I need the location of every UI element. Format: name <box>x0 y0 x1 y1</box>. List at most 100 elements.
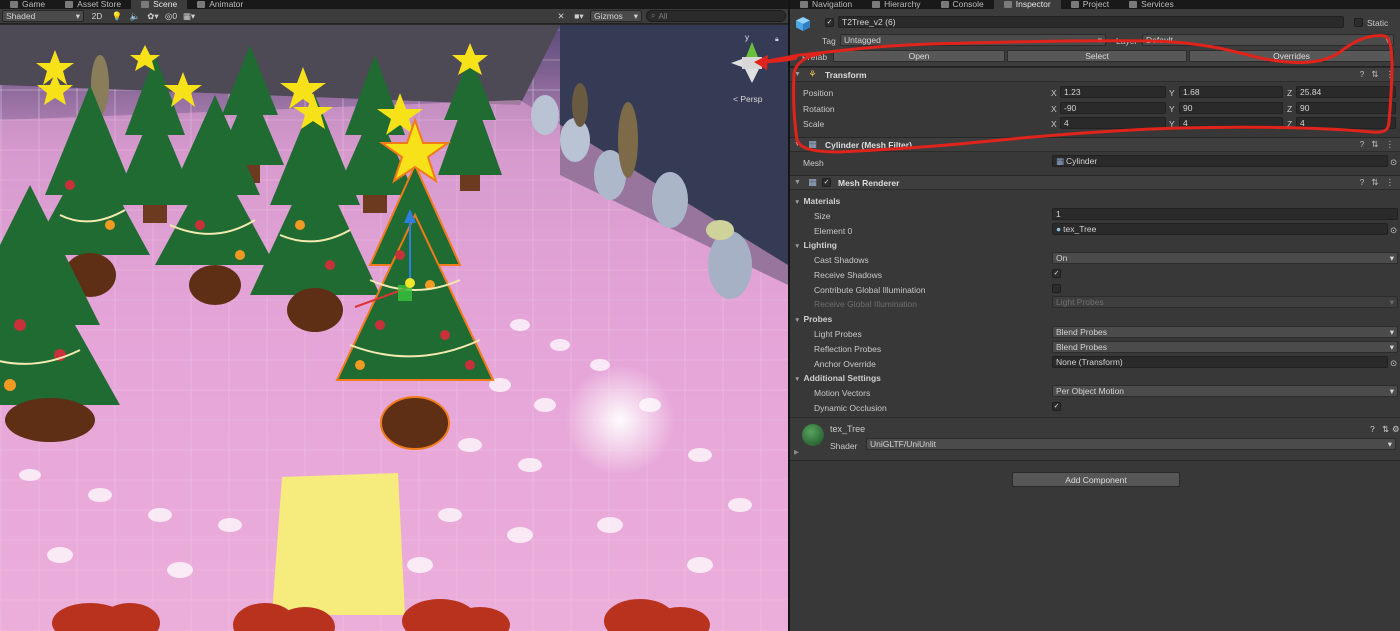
tab-asset-store[interactable]: Asset Store <box>55 0 131 9</box>
navigation-icon <box>800 1 808 8</box>
project-icon <box>1070 1 1079 8</box>
static-checkbox[interactable] <box>1354 18 1363 27</box>
object-picker-icon[interactable]: ⊙ <box>1390 358 1397 369</box>
position-y-field[interactable]: 1.68 <box>1179 86 1283 98</box>
scale-y-field[interactable]: 4 <box>1179 117 1283 129</box>
grid-dropdown[interactable]: ▦ ▾ <box>182 10 196 22</box>
position-x-field[interactable]: 1.23 <box>1060 86 1166 98</box>
cast-shadows-dropdown[interactable]: On ▾ <box>1052 252 1398 264</box>
camera-dropdown[interactable]: ■ ▾ <box>572 10 586 22</box>
tab-project[interactable]: Project <box>1061 0 1119 9</box>
tab-hierarchy[interactable]: Hierarchy <box>862 0 930 9</box>
help-icon[interactable]: ? <box>1370 424 1375 434</box>
lighting-toggle-button[interactable]: 💡 <box>110 10 124 22</box>
anchor-override-field[interactable]: None (Transform) <box>1052 356 1388 368</box>
preset-icon[interactable]: ⇅ <box>1382 424 1389 435</box>
persp-label[interactable]: < Persp <box>733 94 763 104</box>
mesh-renderer-enabled-checkbox[interactable]: ✓ <box>822 178 831 187</box>
help-icon[interactable]: ? <box>1360 177 1365 188</box>
rotation-x-field[interactable]: -90 <box>1060 102 1166 114</box>
add-component-button[interactable]: Add Component <box>1012 472 1180 487</box>
material-preview-icon <box>802 424 824 446</box>
2d-toggle-button[interactable]: 2D <box>88 10 106 22</box>
tab-animator[interactable]: Animator <box>187 0 253 9</box>
foldout-arrow-icon[interactable]: ▼ <box>794 71 802 78</box>
scene-icon <box>141 1 150 8</box>
preset-icon[interactable]: ⇅ <box>1371 139 1378 150</box>
hierarchy-icon <box>872 1 881 8</box>
prefab-overrides-dropdown[interactable]: Overrides <box>1189 50 1394 62</box>
layer-label: Layer <box>1116 36 1138 46</box>
object-name-field[interactable]: T2Tree_v2 (6) <box>838 16 1344 28</box>
gear-icon[interactable]: ⚙ <box>1392 424 1400 435</box>
hidden-objects-button[interactable]: ◎ 0 <box>164 10 178 22</box>
help-icon[interactable]: ? <box>1360 139 1365 150</box>
reflection-probes-dropdown[interactable]: Blend Probes ▾ <box>1052 341 1398 353</box>
tab-console[interactable]: Console <box>931 0 994 9</box>
kebab-menu-icon[interactable]: ⋮ <box>1386 139 1395 150</box>
console-icon <box>940 1 949 8</box>
scene-render: y < Persp 🔒︎ <box>0 25 788 631</box>
help-icon[interactable]: ? <box>1360 69 1365 80</box>
chevron-down-icon: ▾ <box>1385 34 1390 45</box>
additional-settings-foldout[interactable]: ▼ Additional Settings <box>794 373 881 383</box>
foldout-arrow-icon[interactable]: ▼ <box>794 179 802 186</box>
dynamic-occlusion-checkbox[interactable]: ✓ <box>1052 402 1061 411</box>
tools-button[interactable]: ✕ <box>554 10 568 22</box>
layer-dropdown[interactable]: Default ▾ <box>1142 34 1394 46</box>
object-picker-icon[interactable]: ⊙ <box>1390 225 1397 236</box>
kebab-menu-icon[interactable]: ⋮ <box>1386 177 1395 188</box>
tag-dropdown[interactable]: Untagged ▾ <box>840 34 1106 46</box>
foldout-arrow-icon[interactable]: ▼ <box>794 141 802 148</box>
scene-search-input[interactable]: ⌕ All <box>646 10 786 22</box>
tab-navigation[interactable]: Navigation <box>790 0 862 9</box>
door <box>572 83 588 127</box>
lighting-foldout[interactable]: ▼ Lighting <box>794 240 837 250</box>
mesh-label: Mesh <box>803 158 824 168</box>
effects-dropdown[interactable]: ✿ ▾ <box>146 10 160 22</box>
receive-shadows-checkbox[interactable]: ✓ <box>1052 269 1061 278</box>
store-icon <box>65 1 74 8</box>
tab-scene[interactable]: Scene <box>131 0 188 9</box>
mesh-renderer-header[interactable]: ▼ ▦ ✓ Mesh Renderer ? ⇅ ⋮ <box>790 175 1400 190</box>
gizmos-dropdown[interactable]: Gizmos ▾ <box>590 10 642 22</box>
scale-x-field[interactable]: 4 <box>1060 117 1166 129</box>
element0-object-field[interactable]: ● tex_Tree <box>1052 223 1388 235</box>
mesh-object-field[interactable]: ▦ Cylinder <box>1052 155 1388 167</box>
preset-icon[interactable]: ⇅ <box>1371 177 1378 188</box>
contribute-gi-checkbox[interactable] <box>1052 284 1061 293</box>
inspector-icon <box>1003 1 1012 8</box>
grid-icon: ▦ <box>182 10 191 21</box>
effects-icon: ✿ <box>147 10 155 21</box>
prefab-select-button[interactable]: Select <box>1007 50 1187 62</box>
shading-mode-dropdown[interactable]: Shaded ▾ <box>2 10 84 22</box>
rotation-z-field[interactable]: 90 <box>1296 102 1396 114</box>
probes-foldout[interactable]: ▼ Probes <box>794 314 832 324</box>
chevron-down-icon: ▾ <box>1389 326 1394 337</box>
scale-z-field[interactable]: 4 <box>1296 117 1396 129</box>
mesh-filter-header[interactable]: ▼ ▦ Cylinder (Mesh Filter) ? ⇅ ⋮ <box>790 137 1400 152</box>
tab-game[interactable]: Game <box>0 0 55 9</box>
materials-size-field[interactable]: 1 <box>1052 208 1398 220</box>
position-z-field[interactable]: 25.84 <box>1296 86 1396 98</box>
shader-dropdown[interactable]: UniGLTF/UniUnlit ▾ <box>866 438 1396 450</box>
materials-foldout[interactable]: ▼ Materials <box>794 196 840 206</box>
size-label: Size <box>814 211 831 221</box>
rotation-y-field[interactable]: 90 <box>1179 102 1283 114</box>
preset-icon[interactable]: ⇅ <box>1371 69 1378 80</box>
tab-services[interactable]: Services <box>1119 0 1184 9</box>
motion-vectors-dropdown[interactable]: Per Object Motion ▾ <box>1052 385 1398 397</box>
kebab-menu-icon[interactable]: ⋮ <box>1386 69 1395 80</box>
object-picker-icon[interactable]: ⊙ <box>1390 157 1397 168</box>
prefab-open-button[interactable]: Open <box>833 50 1005 62</box>
scene-viewport[interactable]: y < Persp 🔒︎ <box>0 25 788 631</box>
chevron-down-icon: ▾ <box>579 10 584 21</box>
active-checkbox[interactable]: ✓ <box>825 18 834 27</box>
tab-inspector[interactable]: Inspector <box>993 0 1061 9</box>
lock-icon[interactable]: 🔒︎ <box>775 36 779 43</box>
light-probes-dropdown[interactable]: Blend Probes ▾ <box>1052 326 1398 338</box>
transform-header[interactable]: ▼ ⚘ Transform ? ⇅ ⋮ <box>790 67 1400 82</box>
audio-toggle-button[interactable]: 🔈 <box>128 10 142 22</box>
foldout-arrow-icon[interactable]: ▶ <box>794 448 799 456</box>
chevron-down-icon: ▾ <box>75 10 80 21</box>
